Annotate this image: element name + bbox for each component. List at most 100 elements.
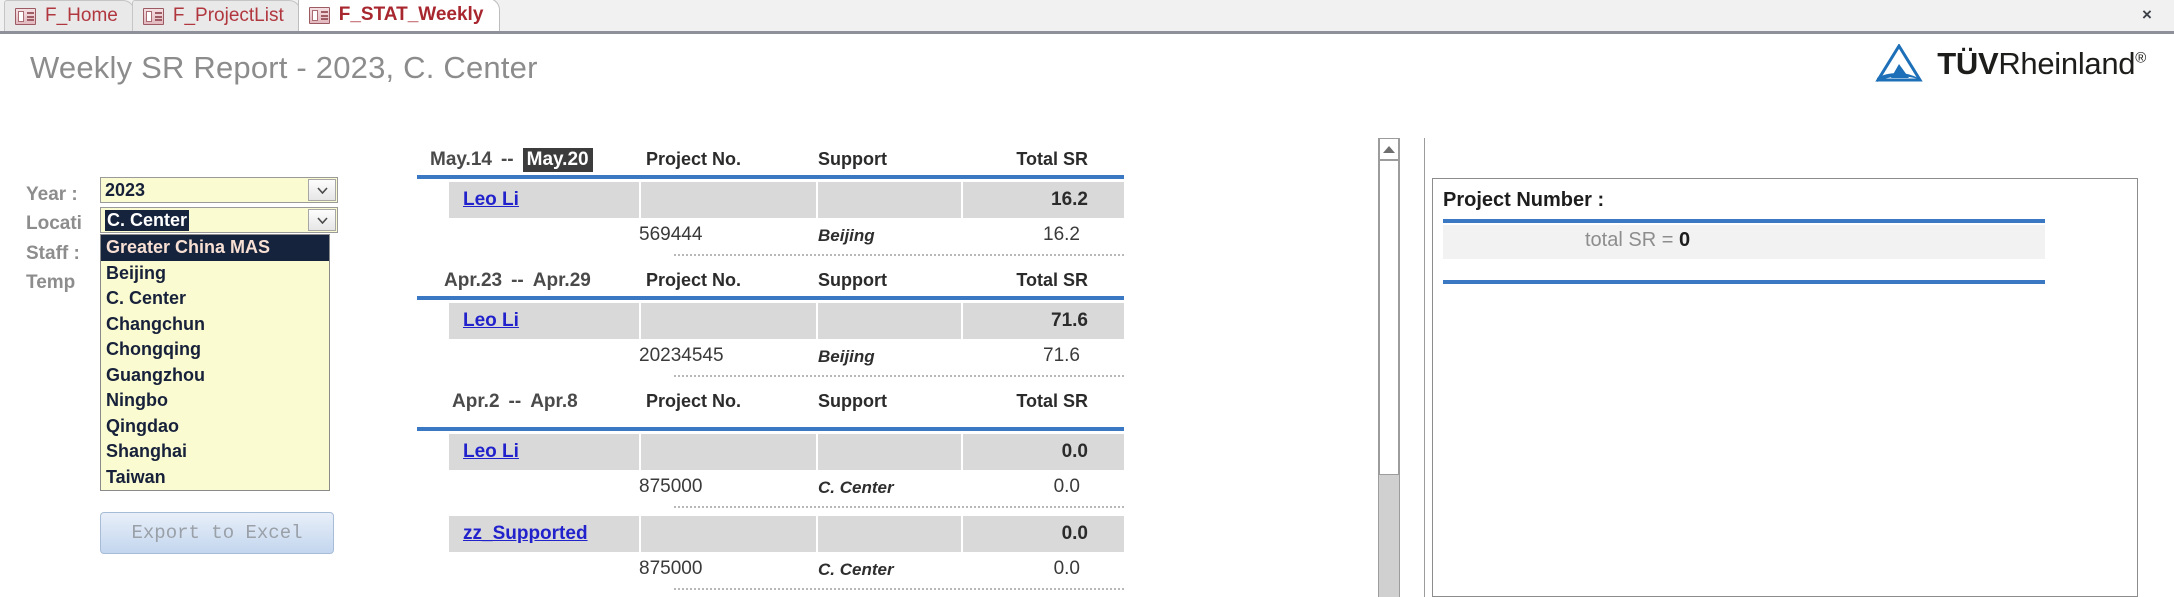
- staff-total-sr: 16.2: [1051, 189, 1088, 210]
- dropdown-option[interactable]: Chongqing: [101, 337, 329, 363]
- location-dropdown-button[interactable]: [308, 209, 336, 231]
- date-from: Apr.23: [444, 270, 503, 291]
- column-header-total-sr: Total SR: [1016, 270, 1088, 290]
- column-divider: [961, 303, 963, 339]
- tab-f-projectlist[interactable]: F_ProjectList: [131, 0, 301, 31]
- vertical-scrollbar[interactable]: [1378, 138, 1400, 597]
- form-icon: [15, 7, 36, 25]
- column-header-support: Support: [818, 391, 887, 411]
- close-icon[interactable]: ×: [2134, 3, 2160, 27]
- staff-name-link[interactable]: zz_Supported: [463, 523, 588, 545]
- tab-f-home[interactable]: F_Home: [4, 0, 135, 31]
- staff-total-sr: 0.0: [1061, 441, 1088, 462]
- dropdown-option[interactable]: Taiwan: [101, 465, 329, 491]
- date-to[interactable]: Apr.29: [533, 270, 591, 292]
- dropdown-option[interactable]: Qingdao: [101, 414, 329, 440]
- column-header-support: Support: [818, 270, 887, 290]
- form-icon: [308, 6, 330, 24]
- export-to-excel-button[interactable]: Export to Excel: [100, 512, 334, 554]
- logo-tuv: TÜV: [1937, 46, 1999, 81]
- registered-mark-icon: ®: [2135, 49, 2146, 67]
- scroll-up-button[interactable]: [1379, 138, 1399, 160]
- document-tab-bar: F_Home F_ProjectList F_STAT_Weekly ×: [0, 0, 2174, 34]
- column-divider: [816, 516, 818, 552]
- triangle-up-icon: [1383, 145, 1395, 153]
- total-sr-text: total SR = 0: [1585, 229, 1690, 252]
- group-rule: [417, 427, 1124, 431]
- staff-label: Staff :: [26, 243, 80, 264]
- column-divider: [639, 182, 641, 218]
- staff-name-link[interactable]: Leo Li: [463, 441, 519, 463]
- detail-total-sr: 16.2: [1043, 224, 1080, 245]
- detail-total-sr: 0.0: [1053, 558, 1080, 579]
- staff-total-sr: 71.6: [1051, 310, 1088, 331]
- column-divider: [961, 516, 963, 552]
- detail-separator: [674, 375, 1124, 377]
- location-combobox[interactable]: C. Center: [100, 207, 338, 233]
- date-separator: --: [511, 270, 524, 291]
- staff-name-link[interactable]: Leo Li: [463, 189, 519, 211]
- column-header-project-no: Project No.: [646, 391, 742, 411]
- tab-label: F_Home: [45, 5, 118, 26]
- detail-separator: [674, 506, 1124, 508]
- column-divider: [816, 182, 818, 218]
- date-separator: --: [508, 391, 522, 412]
- dropdown-option[interactable]: Greater China MAS: [101, 235, 329, 261]
- dropdown-option[interactable]: Beijing: [101, 261, 329, 287]
- detail-support: C. Center: [818, 560, 894, 579]
- panel-divider: [1424, 138, 1425, 597]
- group-rule: [417, 296, 1124, 300]
- column-divider: [961, 434, 963, 470]
- staff-total-sr: 0.0: [1061, 523, 1088, 544]
- temp-label: Temp: [26, 272, 76, 293]
- date-to[interactable]: Apr.8: [530, 391, 578, 413]
- location-dropdown-list[interactable]: Greater China MAS Beijing C. Center Chan…: [100, 234, 330, 491]
- detail-separator: [674, 254, 1124, 256]
- location-label: Locati: [26, 213, 82, 234]
- group-date-range: Apr.2 -- Apr.8: [452, 389, 578, 415]
- detail-total-sr: 71.6: [1043, 345, 1080, 366]
- panel-top-rule: [1443, 219, 2045, 223]
- date-from: Apr.2: [452, 391, 500, 412]
- detail-project-no: 875000: [639, 476, 703, 497]
- date-from: May.14: [430, 149, 492, 170]
- dropdown-option[interactable]: Guangzhou: [101, 363, 329, 389]
- detail-project-no: 20234545: [639, 345, 724, 366]
- dropdown-option[interactable]: C. Center: [101, 286, 329, 312]
- dropdown-option[interactable]: Changchun: [101, 312, 329, 338]
- tuv-triangle-icon: [1875, 44, 1923, 82]
- date-to[interactable]: May.20: [522, 148, 593, 172]
- tab-f-stat-weekly[interactable]: F_STAT_Weekly: [297, 0, 501, 31]
- detail-separator: [674, 588, 1124, 590]
- column-divider: [816, 434, 818, 470]
- dropdown-option[interactable]: Shanghai: [101, 439, 329, 465]
- panel-bottom-rule: [1443, 280, 2045, 284]
- chevron-down-icon: [316, 186, 328, 194]
- logo-rheinland: Rheinland: [1998, 46, 2136, 81]
- detail-project-no: 875000: [639, 558, 703, 579]
- detail-support: Beijing: [818, 226, 875, 245]
- group-rule: [417, 175, 1124, 179]
- total-sr-label: total SR =: [1585, 229, 1674, 251]
- column-header-project-no: Project No.: [646, 270, 742, 290]
- staff-name-link[interactable]: Leo Li: [463, 310, 519, 332]
- group-date-range: May.14 -- May.20: [430, 147, 593, 173]
- form-icon: [142, 7, 164, 25]
- column-header-project-no: Project No.: [646, 149, 742, 169]
- column-divider: [816, 303, 818, 339]
- logo-wordmark: TÜVRheinland®: [1937, 46, 2146, 82]
- year-label: Year :: [26, 184, 78, 205]
- column-divider: [639, 303, 641, 339]
- detail-total-sr: 0.0: [1053, 476, 1080, 497]
- year-value: 2023: [105, 180, 146, 200]
- year-combobox[interactable]: 2023: [100, 177, 338, 203]
- project-number-panel: Project Number : total SR = 0: [1432, 178, 2138, 597]
- scrollbar-thumb[interactable]: [1379, 160, 1399, 475]
- detail-support: Beijing: [818, 347, 875, 366]
- year-dropdown-button[interactable]: [308, 179, 336, 201]
- column-header-support: Support: [818, 149, 887, 169]
- dropdown-option[interactable]: Ningbo: [101, 388, 329, 414]
- column-divider: [639, 434, 641, 470]
- total-sr-value: 0: [1678, 229, 1691, 251]
- location-value: C. Center: [105, 210, 190, 231]
